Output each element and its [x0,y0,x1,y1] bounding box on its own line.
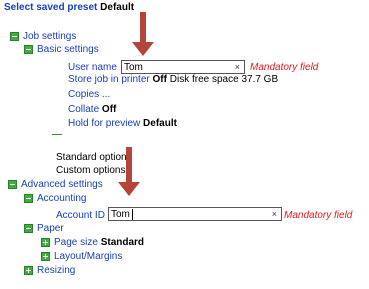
disk-free-space: Disk free space 37.7 GB [169,74,279,85]
collapse-icon[interactable] [8,180,17,189]
copies-link[interactable]: Copies ... [68,89,110,101]
hold-for-preview-label: Hold for preview [68,118,141,129]
collate-value[interactable]: Off [102,104,116,115]
tree-item-paper[interactable]: Paper [37,223,64,235]
collapse-icon[interactable] [24,45,33,54]
expand-icon[interactable] [24,266,33,275]
collapse-icon[interactable] [24,224,33,233]
expand-icon[interactable] [41,252,50,261]
user-name-label: User name [68,62,117,73]
page-size-label: Page size [54,237,98,248]
collapse-icon[interactable] [24,194,33,203]
user-name-value: Tom [124,62,143,73]
tree-connector [52,134,62,135]
account-id-label: Account ID [56,210,105,221]
expand-icon[interactable] [41,238,50,247]
clear-icon[interactable]: × [272,208,277,220]
collate-row[interactable]: Collate Off [68,104,116,116]
store-job-row: Store job in printer Off Disk free space… [68,74,278,86]
page-size-row[interactable]: Page size Standard [54,237,144,249]
tree-item-accounting[interactable]: Accounting [37,193,86,205]
user-name-input[interactable]: Tom × [121,60,245,74]
clear-icon[interactable]: × [235,61,240,73]
hold-for-preview-value[interactable]: Default [143,118,177,129]
tree-item-layout-margins[interactable]: Layout/Margins [54,251,122,263]
text-caret [132,209,133,220]
preset-label: Select saved preset [4,2,98,13]
tree-item-advanced-settings[interactable]: Advanced settings [21,179,103,191]
tree-item-custom-options[interactable]: Custom options [56,165,125,177]
account-id-value: Tom [111,209,130,220]
tree-item-job-settings[interactable]: Job settings [23,31,76,43]
page-size-value[interactable]: Standard [101,237,144,248]
hold-for-preview-row[interactable]: Hold for preview Default [68,118,177,130]
tree-item-resizing[interactable]: Resizing [37,265,75,277]
account-id-input[interactable]: Tom × [108,207,282,221]
collapse-icon[interactable] [10,32,19,41]
tree-item-basic-settings[interactable]: Basic settings [37,44,99,56]
store-job-value[interactable]: Off [153,74,167,85]
mandatory-field-note: Mandatory field [250,62,319,73]
preset-value[interactable]: Default [100,2,134,13]
mandatory-field-note: Mandatory field [284,210,353,221]
store-job-label: Store job in [68,74,119,85]
store-job-printer-link[interactable]: printer [121,74,149,85]
preset-row[interactable]: Select saved preset Default [4,2,134,14]
tree-item-standard-options[interactable]: Standard options [56,152,132,164]
collate-label: Collate [68,104,100,115]
